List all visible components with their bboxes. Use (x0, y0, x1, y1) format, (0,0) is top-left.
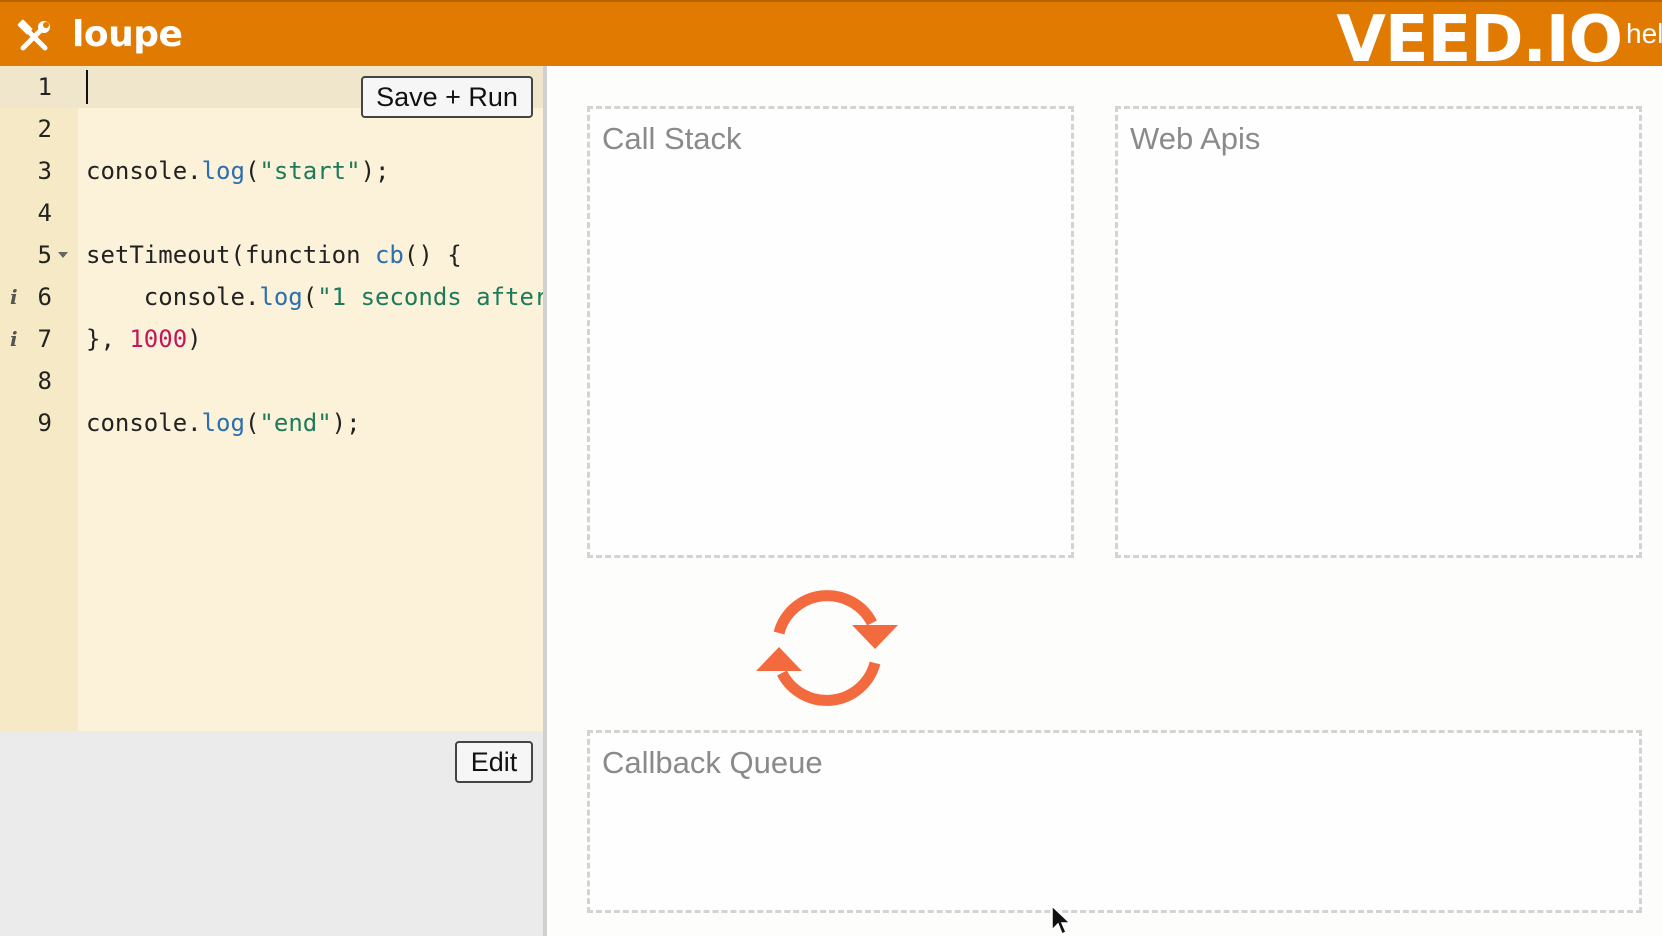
line-number: 5 (37, 241, 52, 269)
info-marker-icon[interactable]: i (10, 276, 18, 318)
web-apis-title: Web Apis (1130, 121, 1261, 156)
mouse-pointer-icon (1051, 905, 1072, 936)
code-token: console (86, 409, 188, 437)
save-run-button[interactable]: Save + Run (361, 76, 533, 118)
text-caret (86, 70, 88, 104)
line-number: 4 (37, 199, 52, 227)
hammer-wrench-icon (17, 19, 50, 51)
line-number: 2 (37, 115, 52, 143)
code-token: "1 seconds after" (317, 283, 543, 311)
code-token: . (187, 409, 202, 437)
code-token: "end" (259, 409, 332, 437)
code-token: ( (244, 157, 260, 185)
code-token: () { (403, 241, 462, 269)
line-number: 8 (37, 367, 52, 395)
code-token: ); (331, 409, 361, 437)
line-number: 9 (37, 409, 52, 437)
code-line[interactable]: console.log("start"); (86, 150, 543, 192)
code-token: ( (244, 409, 260, 437)
code-token: console (86, 283, 245, 311)
edit-button[interactable]: Edit (455, 741, 533, 783)
watermark-text: VEED.IO (1336, 3, 1623, 77)
pane-divider[interactable] (543, 66, 547, 936)
code-token: "start" (259, 157, 361, 185)
line-number: 7 (37, 325, 52, 353)
event-loop-icon (756, 590, 898, 706)
code-line[interactable]: console.log("end"); (86, 402, 543, 444)
code-token: 1000 (129, 325, 188, 353)
callback-queue-panel: Callback Queue (587, 730, 1642, 913)
line-number: 1 (37, 73, 52, 101)
callback-queue-title: Callback Queue (602, 745, 823, 780)
help-link[interactable]: help (1626, 18, 1662, 50)
code-token: console (86, 157, 188, 185)
code-token: . (187, 157, 202, 185)
info-marker-icon[interactable]: i (10, 318, 18, 360)
call-stack-panel: Call Stack (587, 106, 1074, 558)
code-token: cb (374, 241, 404, 269)
code-token: log (201, 409, 245, 437)
call-stack-title: Call Stack (602, 121, 742, 156)
code-token: }, (86, 325, 130, 353)
code-token: log (259, 283, 303, 311)
line-number: 3 (37, 157, 52, 185)
code-line[interactable]: console.log("1 seconds after" (86, 276, 543, 318)
top-bar: loupe VEED.IO help (0, 0, 1662, 72)
code-token: ) (187, 325, 202, 353)
fold-arrow-icon[interactable] (58, 252, 68, 258)
code-editor[interactable]: 1 2 3 4 5 6 7 8 9 i i console.log("start"); setTimeo… (0, 66, 543, 731)
code-token: log (201, 157, 245, 185)
code-line[interactable]: }, 1000) (86, 318, 543, 360)
code-line[interactable]: setTimeout(function cb() { (86, 234, 543, 276)
web-apis-panel: Web Apis (1115, 106, 1642, 558)
code-token: ( (302, 283, 318, 311)
code-token: ); (360, 157, 390, 185)
code-token: setTimeout(function (86, 241, 375, 269)
code-token: . (244, 283, 260, 311)
line-number: 6 (37, 283, 52, 311)
app-title[interactable]: loupe (72, 14, 183, 55)
